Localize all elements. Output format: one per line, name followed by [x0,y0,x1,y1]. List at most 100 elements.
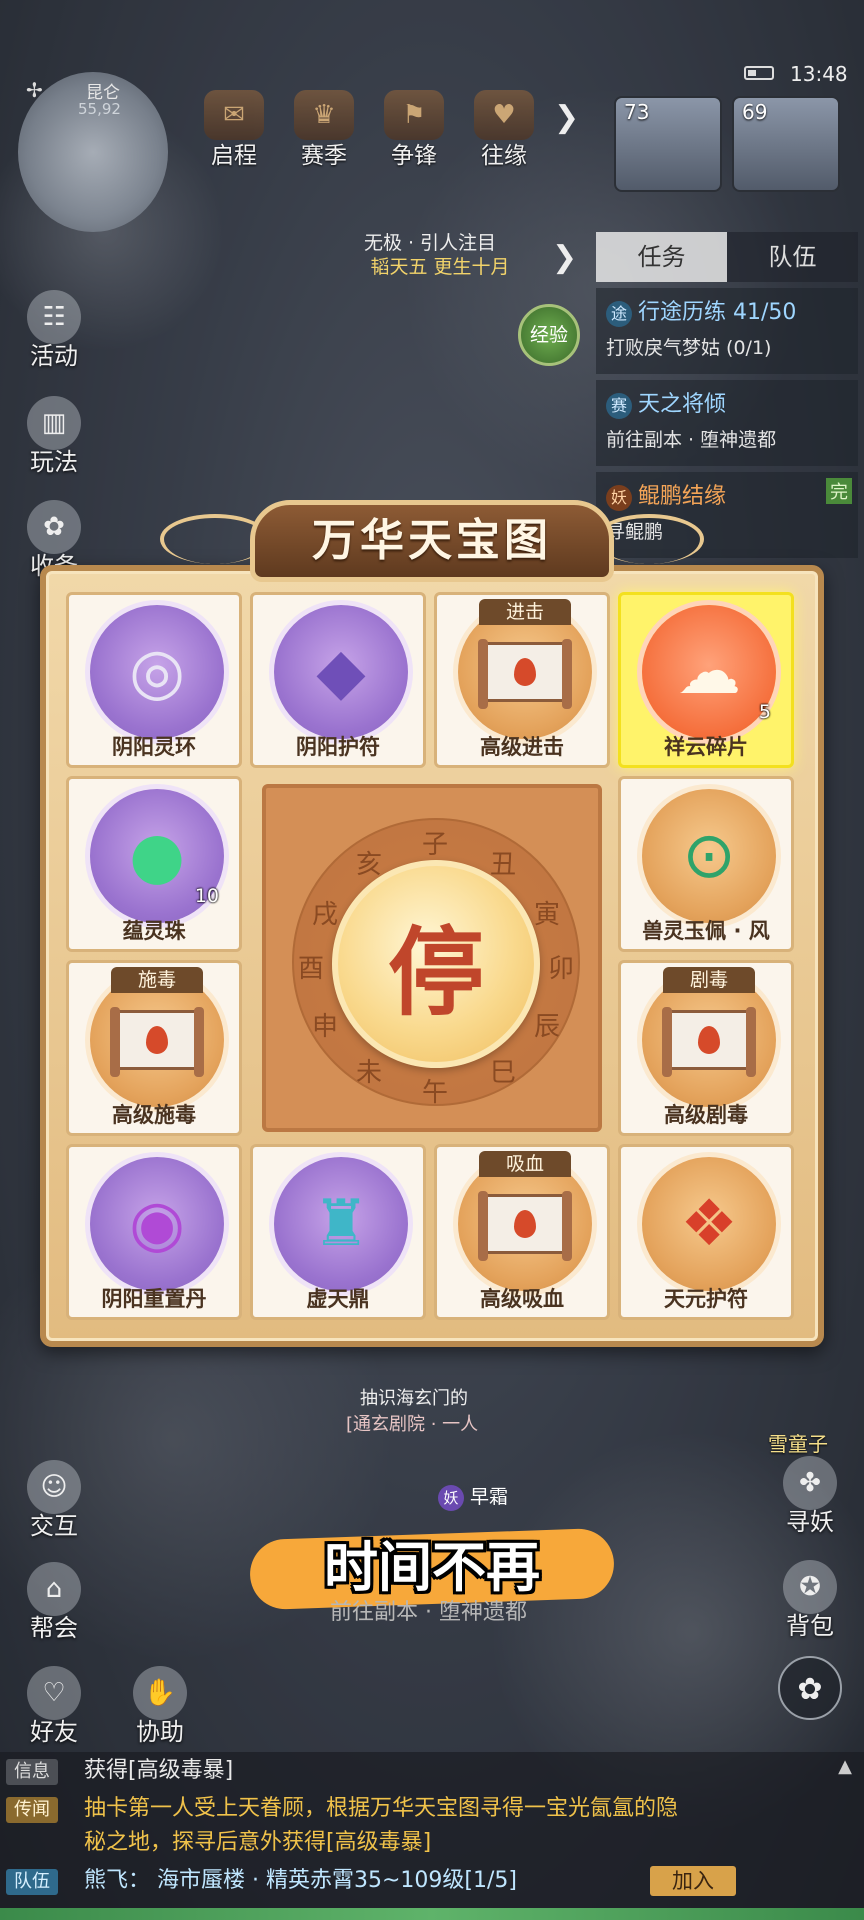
boss-name: 韬天五 更生十月 [370,256,510,278]
reward-cell[interactable]: ♜ 虚天鼎 [250,1144,426,1320]
flower-menu-icon[interactable]: ✿ [778,1656,842,1720]
side-menu-label: 玩法 [30,448,78,476]
side-menu-activity[interactable]: ☷ 活动 [14,290,94,371]
side-menu-label: 寻妖 [786,1508,834,1536]
top-menu-qicheng[interactable]: ✉ 启程 [196,90,272,170]
npc-name: 早霜 [470,1486,509,1508]
amulet-icon: ◆ [274,605,408,739]
chat-message: 队伍 熊飞： 海市蜃楼 · 精英赤霄35~109级[1/5] [6,1866,517,1896]
reward-cell[interactable]: ❖ 天元护符 [618,1144,794,1320]
chat-channel: 传闻 [6,1797,58,1823]
top-menu-zhengfeng[interactable]: ⚑ 争锋 [376,90,452,170]
scroll-icon [90,973,224,1107]
task-done-badge: 完 [826,478,852,504]
jade-ring-icon: ◎ [90,605,224,739]
reward-cell[interactable]: 进击 高级进击 [434,592,610,768]
compass-icon: ✢ [26,78,43,102]
side-menu-friends[interactable]: ♡ 好友 [14,1666,94,1747]
zodiac-char: 寅 [534,900,561,930]
side-menu-interact[interactable]: ☺ 交互 [14,1460,94,1541]
chat-channel: 队伍 [6,1869,58,1895]
zodiac-char: 辰 [534,1012,561,1042]
task-title: 天之将倾 [638,392,727,417]
npc-name-right[interactable]: 雪童子 [768,1428,828,1457]
task-title: 鲲鹏结缘 [638,484,727,509]
boss-title: 无极 · 引人注目 [363,232,497,254]
side-menu-guild[interactable]: ⌂ 帮会 [14,1562,94,1643]
reward-name: 阴阳护符 [296,735,380,759]
reward-cell[interactable]: ◆ 阴阳护符 [250,592,426,768]
top-menu-label: 往缘 [481,143,527,169]
quest-hint[interactable]: 前往副本 · 堕神遗都 [330,1594,527,1626]
task-item[interactable]: 途行途历练 41/50 打败戾气梦姑 (0/1) [596,288,858,374]
chat-channel: 信息 [6,1759,58,1785]
zodiac-char: 丑 [490,850,517,880]
reward-name: 虚天鼎 [306,1287,370,1311]
chevron-up-icon[interactable]: ▲ [838,1756,852,1777]
top-menu-wangyuan[interactable]: ♥ 往缘 [466,90,542,170]
heart-icon: ♥ [474,90,534,140]
reward-cell-highlighted[interactable]: ☁ 5 祥云碎片 [618,592,794,768]
party-portrait[interactable]: 69 [732,96,840,192]
reward-cell[interactable]: ◉ 阴阳重置丹 [66,1144,242,1320]
crystal-ball-icon: ◉ [90,1157,224,1291]
red-amulet-icon: ❖ [642,1157,776,1291]
cloud-puzzle-icon: ☁ [642,605,776,739]
side-menu-label: 协助 [136,1718,184,1746]
reward-quantity: 10 [194,885,219,907]
exp-button[interactable]: 经验 [518,304,580,366]
reward-quantity: 5 [758,701,771,723]
zodiac-char: 卯 [548,954,575,984]
chat-text: 抽卡第一人受上天眷顾，根据万华天宝图寻得一宝光氤氲的隐 [84,1796,679,1821]
reward-name: 天元护符 [664,1287,748,1311]
scene-label: 抽识海玄门的 [360,1388,468,1409]
scroll-icon [458,1157,592,1291]
task-tag: 赛 [606,393,632,419]
top-menu-label: 争锋 [391,143,437,169]
side-menu-label: 背包 [786,1612,834,1640]
join-button[interactable]: 加入 [650,1866,736,1896]
status-time: 13:48 [790,62,848,86]
side-menu-bag[interactable]: ✪ 背包 [770,1560,850,1641]
zodiac-char: 午 [422,1078,449,1108]
reward-cell[interactable]: 剧毒 高级剧毒 [618,960,794,1136]
reward-cell[interactable]: ◎ 阴阳灵环 [66,592,242,768]
flag-icon: ⚑ [384,90,444,140]
top-menu-saiji[interactable]: ♛ 赛季 [286,90,362,170]
reward-cell[interactable]: 吸血 高级吸血 [434,1144,610,1320]
scene-label: [通玄剧院 · 一人 [346,1414,479,1435]
reward-cell[interactable]: ⊙ 兽灵玉佩 · 风 [618,776,794,952]
zodiac-char: 戌 [312,900,339,930]
side-menu-label: 帮会 [30,1614,78,1642]
chat-message-cont: 秘之地，探寻后意外获得[高级毒暴] [84,1828,431,1858]
dragon-jade-icon: ⊙ [642,789,776,923]
tab-tasks[interactable]: 任务 [596,232,727,282]
top-menu-label: 启程 [211,143,257,169]
reward-name: 阴阳灵环 [112,735,196,759]
zodiac-char: 亥 [356,850,383,880]
reward-name: 高级剧毒 [664,1103,748,1127]
zodiac-char: 巳 [490,1058,517,1088]
tab-team[interactable]: 队伍 [727,232,858,282]
task-tag: 途 [606,301,632,327]
reward-cell[interactable]: 施毒 高级施毒 [66,960,242,1136]
chevron-right-icon[interactable]: ❯ [554,100,579,135]
scroll-icon: ✉ [204,90,264,140]
skill-tag: 剧毒 [663,967,755,993]
reward-cell[interactable]: ● 10 蕴灵珠 [66,776,242,952]
side-menu-assist[interactable]: ✋ 协助 [120,1666,200,1747]
chevron-right-icon[interactable]: ❯ [552,240,577,275]
party-portrait[interactable]: 73 [614,96,722,192]
skill-tag: 进击 [479,599,571,625]
stop-button[interactable]: 停 [332,860,540,1068]
zodiac-char: 申 [312,1012,339,1042]
side-menu-gameplay[interactable]: ▥ 玩法 [14,396,94,477]
side-menu-seek-demon[interactable]: ✤ 寻妖 [770,1456,850,1537]
npc-label[interactable]: 妖早霜 [438,1482,508,1511]
task-item[interactable]: 赛天之将倾 前往副本 · 堕神遗都 [596,380,858,466]
trophy-icon: ♛ [294,90,354,140]
modal-title: 万华天宝图 [250,500,614,582]
scroll-icon [642,973,776,1107]
zodiac-char: 未 [356,1058,383,1088]
chat-message: 传闻 抽卡第一人受上天眷顾，根据万华天宝图寻得一宝光氤氲的隐 [6,1794,678,1824]
